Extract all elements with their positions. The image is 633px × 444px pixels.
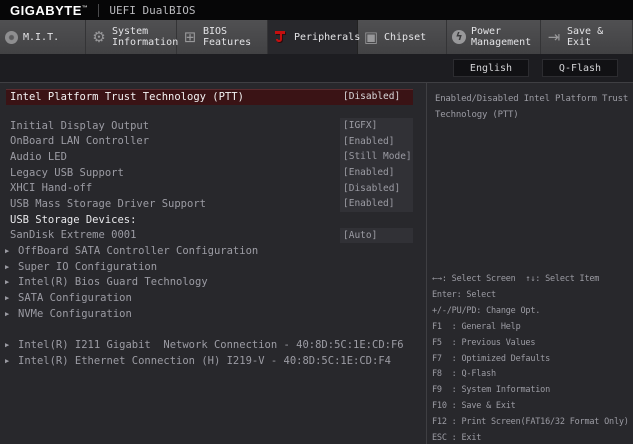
tab-peripherals[interactable]: Peripherals bbox=[268, 20, 361, 54]
settings-row-super-io-configuration[interactable]: ▶ Super IO Configuration bbox=[0, 259, 426, 275]
english-button[interactable]: English bbox=[453, 59, 529, 77]
tab-label: System Information bbox=[112, 26, 179, 48]
settings-row-sandisk-extreme-0001[interactable]: SanDisk Extreme 0001 [Auto] bbox=[0, 227, 426, 244]
tab-label: M.I.T. bbox=[23, 31, 60, 43]
settings-row-nvme-configuration[interactable]: ▶ NVMe Configuration bbox=[0, 306, 426, 322]
setting-value[interactable]: [Still Mode] bbox=[340, 149, 413, 165]
help-panel: Enabled/Disabled Intel Platform Trust Te… bbox=[427, 83, 633, 444]
setting-label: USB Mass Storage Driver Support bbox=[10, 197, 206, 210]
help-key-line: F9 : System Information bbox=[432, 385, 551, 396]
uefi-dualbios-label: UEFI DualBIOS bbox=[109, 3, 196, 17]
tab-m-i-t[interactable]: M.I.T. bbox=[0, 20, 86, 54]
q-flash-button[interactable]: Q-Flash bbox=[542, 59, 618, 77]
setting-label: SATA Configuration bbox=[18, 292, 132, 305]
help-key-line: ESC : Exit bbox=[432, 433, 482, 444]
tab-save-exit[interactable]: ⇥ Save & Exit bbox=[541, 20, 633, 54]
setting-label: Intel Platform Trust Technology (PTT) bbox=[10, 90, 244, 103]
setting-label: XHCI Hand-off bbox=[10, 182, 93, 195]
settings-row-sata-configuration[interactable]: ▶ SATA Configuration bbox=[0, 290, 426, 306]
setting-label: NVMe Configuration bbox=[18, 307, 132, 320]
setting-value[interactable]: [Disabled] bbox=[340, 89, 413, 105]
settings-list: Intel Platform Trust Technology (PTT) [Di… bbox=[0, 83, 426, 444]
setting-value[interactable]: [Enabled] bbox=[340, 196, 413, 212]
tab-bar: M.I.T. ⚙ System Information ⊞ BIOS Features P… bbox=[0, 20, 633, 54]
settings-row-intel-r-bios-guard-technology[interactable]: ▶ Intel(R) Bios Guard Technology bbox=[0, 275, 426, 291]
title-bar: GIGABYTE™ UEFI DualBIOS bbox=[0, 0, 633, 20]
peripherals-icon bbox=[273, 29, 289, 45]
setting-label: SanDisk Extreme 0001 bbox=[10, 229, 137, 242]
setting-value[interactable]: [Enabled] bbox=[340, 133, 413, 150]
tab-chipset[interactable]: ▣ Chipset bbox=[358, 20, 447, 54]
row-spacer bbox=[0, 322, 426, 338]
setting-label: OffBoard SATA Controller Configuration bbox=[18, 245, 259, 258]
settings-row-intel-r-i211-gigabit-network-connection-40-8d-5c-1e-cd-f6[interactable]: ▶ Intel(R) I211 Gigabit Network Connectio… bbox=[0, 338, 426, 354]
setting-value[interactable]: [Disabled] bbox=[340, 180, 413, 197]
settings-row-xhci-hand-off[interactable]: XHCI Hand-off [Disabled] bbox=[0, 180, 426, 197]
settings-row-offboard-sata-controller-configuration[interactable]: ▶ OffBoard SATA Controller Configuration bbox=[0, 243, 426, 259]
tab-label: Chipset bbox=[384, 31, 427, 43]
settings-row-usb-storage-devices: USB Storage Devices: bbox=[0, 212, 426, 228]
settings-row-legacy-usb-support[interactable]: Legacy USB Support [Enabled] bbox=[0, 164, 426, 181]
setting-label: USB Storage Devices: bbox=[10, 213, 137, 226]
setting-label: Intel(R) Bios Guard Technology bbox=[18, 276, 208, 289]
row-spacer bbox=[0, 105, 426, 118]
bios-icon: ⊞ bbox=[183, 27, 197, 46]
setting-label: Initial Display Output bbox=[10, 119, 150, 132]
help-key-line: F5 : Previous Values bbox=[432, 337, 536, 348]
tab-power-management[interactable]: ϟ Power Management bbox=[447, 20, 541, 54]
tab-label: BIOS Features bbox=[203, 26, 252, 48]
gear-icon: ⚙ bbox=[92, 27, 106, 46]
tab-label: Peripherals bbox=[294, 31, 361, 43]
help-key-line: F12 : Print Screen(FAT16/32 Format Only) bbox=[432, 417, 629, 428]
setting-label: Legacy USB Support bbox=[10, 166, 124, 179]
power-icon: ϟ bbox=[452, 30, 466, 44]
help-key-line: F7 : Optimized Defaults bbox=[432, 353, 551, 364]
setting-value[interactable]: [Enabled] bbox=[340, 164, 413, 181]
setting-value[interactable]: [IGFX] bbox=[340, 117, 413, 134]
help-key-line: ←→: Select Screen ↑↓: Select Item bbox=[432, 274, 600, 284]
setting-label: Intel(R) I211 Gigabit Network Connection… bbox=[18, 339, 404, 352]
tab-label: Save & Exit bbox=[567, 26, 604, 48]
setting-label: OnBoard LAN Controller bbox=[10, 135, 150, 148]
trademark-symbol: ™ bbox=[81, 5, 89, 12]
settings-row-initial-display-output[interactable]: Initial Display Output [IGFX] bbox=[0, 117, 426, 134]
gigabyte-logo: GIGABYTE™ bbox=[10, 2, 89, 18]
settings-row-intel-platform-trust-technology-ptt[interactable]: Intel Platform Trust Technology (PTT) [Di… bbox=[0, 89, 426, 105]
tab-system-information[interactable]: ⚙ System Information bbox=[86, 20, 179, 54]
help-key-line: F8 : Q-Flash bbox=[432, 369, 496, 380]
setting-label: Super IO Configuration bbox=[18, 260, 158, 273]
help-key-line: +/-/PU/PD: Change Opt. bbox=[432, 305, 541, 316]
help-description: Enabled/Disabled Intel Platform Trust Te… bbox=[435, 94, 629, 120]
tab-bios-features[interactable]: ⊞ BIOS Features bbox=[177, 20, 268, 54]
settings-row-onboard-lan-controller[interactable]: OnBoard LAN Controller [Enabled] bbox=[0, 133, 426, 150]
help-key-line: F1 : General Help bbox=[432, 321, 521, 332]
main-area: Intel Platform Trust Technology (PTT) [Di… bbox=[0, 82, 633, 444]
setting-label: Intel(R) Ethernet Connection (H) I219-V … bbox=[18, 355, 391, 368]
quick-bar: English Q-Flash bbox=[0, 54, 633, 82]
dial-icon bbox=[5, 30, 18, 44]
help-key-line: F10 : Save & Exit bbox=[432, 401, 516, 412]
chipset-icon: ▣ bbox=[363, 27, 379, 46]
help-key-legend: ←→: Select Screen ↑↓: Select Item Enter: … bbox=[432, 272, 633, 444]
setting-value[interactable]: [Auto] bbox=[340, 227, 413, 244]
bios-screen: GIGABYTE™ UEFI DualBIOS M.I.T. ⚙ System In… bbox=[0, 0, 633, 444]
settings-row-usb-mass-storage-driver-support[interactable]: USB Mass Storage Driver Support [Enabled] bbox=[0, 196, 426, 212]
help-key-line: Enter: Select bbox=[432, 289, 496, 300]
tab-label: Power Management bbox=[471, 26, 532, 48]
exit-icon: ⇥ bbox=[547, 27, 561, 46]
settings-row-intel-r-ethernet-connection-h-i219-v-40-8d-5c-1e-cd-f4[interactable]: ▶ Intel(R) Ethernet Connection (H) I219-V… bbox=[0, 353, 426, 369]
setting-label: Audio LED bbox=[10, 150, 67, 163]
settings-row-audio-led[interactable]: Audio LED [Still Mode] bbox=[0, 149, 426, 165]
titlebar-divider bbox=[98, 3, 100, 17]
